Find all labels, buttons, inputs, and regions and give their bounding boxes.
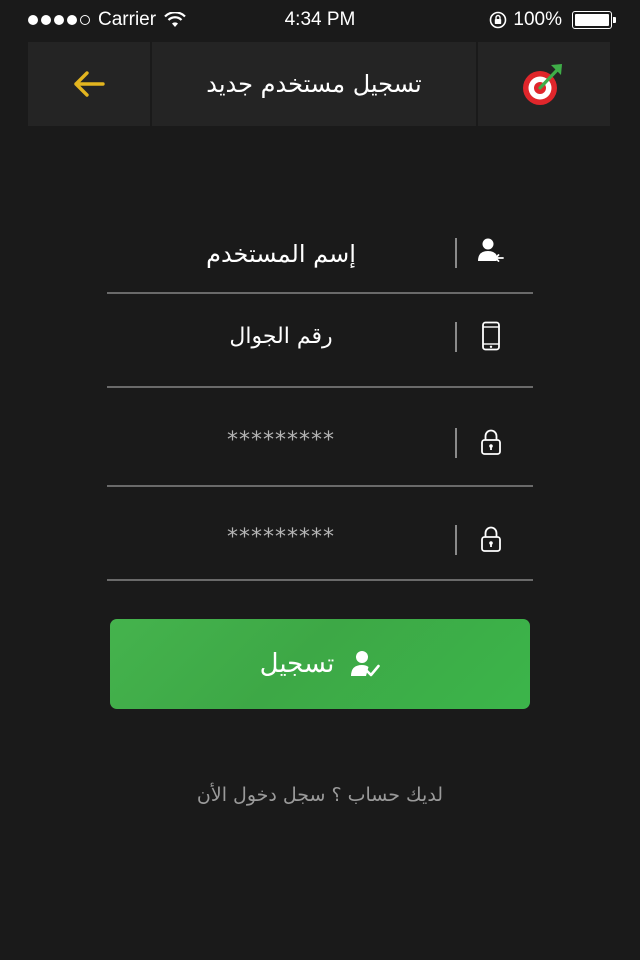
- password-input[interactable]: *********: [107, 428, 455, 453]
- user-check-icon: [351, 651, 381, 677]
- confirm-password-field[interactable]: *********: [107, 487, 533, 581]
- nav-title-cell: تسجيل مستخدم جديد: [152, 42, 478, 126]
- password-field[interactable]: *********: [107, 388, 533, 487]
- user-icon: [477, 236, 505, 268]
- field-divider: [455, 525, 457, 555]
- lock-icon: [477, 523, 505, 555]
- rotation-lock-icon: [490, 11, 507, 29]
- register-button[interactable]: تسجيل: [110, 619, 530, 709]
- confirm-password-input[interactable]: *********: [107, 525, 455, 550]
- back-button[interactable]: [28, 42, 152, 126]
- page-title: تسجيل مستخدم جديد: [206, 70, 422, 98]
- field-divider: [455, 322, 457, 352]
- field-divider: [455, 238, 457, 268]
- register-button-label: تسجيل: [259, 649, 335, 679]
- lock-icon: [477, 426, 505, 458]
- field-divider: [455, 428, 457, 458]
- status-bar: Carrier 4:34 PM 100%: [0, 0, 640, 40]
- battery-icon: [572, 11, 616, 29]
- battery-percent: 100%: [513, 9, 562, 30]
- target-logo-icon: [523, 64, 562, 105]
- battery-fill: [575, 14, 609, 26]
- arrow-left-icon: [74, 71, 105, 97]
- mobile-phone-icon: [477, 320, 505, 352]
- username-input[interactable]: إسم المستخدم: [107, 240, 455, 268]
- register-screen: Carrier 4:34 PM 100% تسجيل مستخدم جديد إ…: [0, 0, 640, 960]
- logo: [478, 42, 610, 126]
- login-link[interactable]: لديك حساب ؟ سجل دخول الأن: [0, 784, 640, 806]
- mobile-field[interactable]: رقم الجوال: [107, 294, 533, 388]
- status-right: 100%: [489, 9, 616, 31]
- mobile-input[interactable]: رقم الجوال: [107, 324, 455, 349]
- nav-bar: تسجيل مستخدم جديد: [28, 42, 610, 126]
- register-button-content: تسجيل: [260, 649, 381, 679]
- register-form: إسم المستخدم رقم الجوال ********* ******…: [107, 210, 533, 581]
- username-field[interactable]: إسم المستخدم: [107, 210, 533, 294]
